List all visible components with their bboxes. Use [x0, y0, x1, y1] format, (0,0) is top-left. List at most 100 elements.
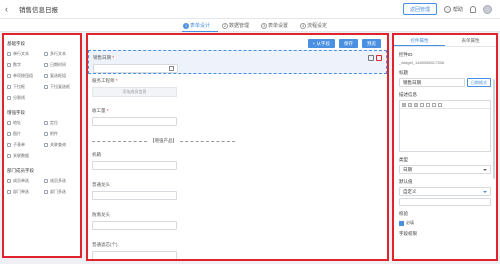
- field-icon: [44, 132, 48, 136]
- arrow-left-icon[interactable]: ‹: [5, 4, 15, 14]
- field-item-3[interactable]: 防溅龙头: [88, 208, 387, 238]
- component-item[interactable]: 地址: [7, 119, 40, 127]
- field-icon: [44, 63, 48, 67]
- component-item[interactable]: 图片: [7, 130, 40, 138]
- section-title-basic: 基础字段: [7, 41, 25, 46]
- image-icon[interactable]: [438, 102, 442, 107]
- tab-data-manage[interactable]: 2 数据管理: [222, 22, 249, 29]
- copy-icon[interactable]: [368, 55, 374, 61]
- tab-form-settings[interactable]: 3 表单设置: [261, 22, 288, 29]
- field-item-4[interactable]: 普通滤芯(个): [88, 238, 387, 259]
- tab-label: 数据管理: [229, 23, 250, 29]
- canvas-toolbar: + 从字段 保存 预览: [307, 39, 381, 48]
- tab-label: 表单设计: [190, 23, 211, 29]
- desc-editor[interactable]: B I U: [399, 100, 491, 152]
- tab-form-design[interactable]: 1 表单设计: [183, 22, 210, 29]
- italic-icon[interactable]: I: [408, 102, 412, 107]
- number-input[interactable]: [92, 161, 177, 170]
- field-cashier[interactable]: 收工量 *: [88, 104, 387, 134]
- field-icon: [44, 52, 48, 56]
- return-manage-button[interactable]: 返回管理: [402, 3, 437, 15]
- component-item[interactable]: 分割线: [7, 94, 40, 102]
- tab-flow-settings[interactable]: 4 流程设定: [300, 22, 327, 29]
- editor-toolbar: B I U: [400, 101, 490, 109]
- component-item[interactable]: 附件: [44, 130, 77, 138]
- delete-icon[interactable]: [376, 55, 382, 61]
- divider-label: 【增强产品】: [150, 138, 177, 143]
- field-icon: [44, 121, 48, 125]
- component-item[interactable]: 定位: [44, 119, 77, 127]
- component-item[interactable]: 多行文本: [44, 50, 77, 58]
- field-item-2[interactable]: 普通龙头: [88, 178, 387, 208]
- field-item-1[interactable]: 机箱: [88, 148, 387, 178]
- component-label: 下拉框: [13, 84, 25, 89]
- link-icon[interactable]: [432, 102, 436, 107]
- component-item[interactable]: 部门多选: [44, 188, 77, 196]
- help-link[interactable]: ? 帮助: [443, 5, 463, 13]
- add-field-button[interactable]: + 从字段: [307, 39, 335, 48]
- field-icon: [44, 179, 48, 183]
- checkbox[interactable]: [399, 220, 404, 226]
- chevron-down-icon: [483, 169, 487, 171]
- field-label: 普通滤芯(个): [92, 242, 118, 247]
- number-input[interactable]: [92, 251, 177, 259]
- bold-icon[interactable]: B: [402, 102, 406, 107]
- number-input[interactable]: [92, 221, 177, 230]
- component-item[interactable]: 下拉复选框: [44, 83, 77, 91]
- date-input[interactable]: [93, 64, 178, 73]
- tab-form-props[interactable]: 表单属性: [445, 35, 496, 46]
- component-item[interactable]: 成员多选: [44, 177, 77, 185]
- align-icon[interactable]: [420, 102, 424, 107]
- component-label: 成员多选: [50, 178, 66, 183]
- component-item[interactable]: 下拉框: [7, 83, 40, 91]
- component-label: 子表单: [13, 142, 25, 147]
- field-engineer[interactable]: 服务工程师 * 添加成员信息: [88, 74, 387, 104]
- type-label: 类型: [399, 157, 408, 162]
- date-format-button[interactable]: 日期格式: [467, 78, 491, 87]
- field-perm-label: 字段权限: [399, 231, 417, 236]
- field-icon: [44, 190, 48, 194]
- scrollbar[interactable]: [493, 79, 495, 179]
- component-item[interactable]: 子表单: [7, 141, 40, 149]
- title-label: 标题: [399, 70, 408, 75]
- tab-control-props[interactable]: 控件属性: [394, 35, 445, 46]
- save-button[interactable]: 保存: [339, 39, 358, 48]
- component-label: 多行文本: [50, 51, 66, 56]
- field-icon: [7, 74, 11, 78]
- component-item[interactable]: 单行文本: [7, 50, 40, 58]
- type-select[interactable]: 日期: [399, 165, 491, 174]
- field-label: 普通龙头: [92, 182, 110, 187]
- section-title-enhanced: 增强字段: [7, 110, 25, 115]
- field-icon: [7, 179, 11, 183]
- component-item[interactable]: 关联数据: [7, 152, 40, 160]
- field-sales-date[interactable]: 销售日期 *: [88, 50, 387, 74]
- component-label: 日期时间: [50, 62, 66, 67]
- default-value-input[interactable]: [399, 198, 491, 206]
- section-divider[interactable]: 【增强产品】: [88, 134, 387, 148]
- avatar[interactable]: [483, 4, 492, 14]
- bell-icon[interactable]: [470, 5, 476, 13]
- field-icon: [7, 143, 11, 147]
- component-item[interactable]: 关联查询: [44, 141, 77, 149]
- component-item[interactable]: 部门单选: [7, 188, 40, 196]
- preview-button[interactable]: 预览: [362, 39, 381, 48]
- component-item[interactable]: 数字: [7, 61, 40, 69]
- field-icon: [7, 190, 11, 194]
- component-item[interactable]: 单项按钮组: [7, 72, 40, 80]
- underline-icon[interactable]: U: [414, 102, 418, 107]
- component-item[interactable]: 复选框组: [44, 72, 77, 80]
- number-input[interactable]: [92, 117, 177, 126]
- default-select[interactable]: 自定义: [399, 187, 491, 196]
- list-icon[interactable]: [426, 102, 430, 107]
- component-item[interactable]: 日期时间: [44, 61, 77, 69]
- component-item[interactable]: 成员单选: [7, 177, 40, 185]
- add-member-button[interactable]: 添加成员信息: [92, 87, 177, 97]
- component-label: 分割线: [13, 95, 25, 100]
- required-checkbox[interactable]: 必填: [399, 220, 491, 226]
- field-icon: [44, 143, 48, 147]
- title-input[interactable]: 销售日期: [399, 78, 465, 87]
- dept-fields-grid: 成员单选 成员多选 部门单选 部门多选: [7, 177, 77, 196]
- calendar-icon: [169, 66, 174, 71]
- step-number: 1: [183, 22, 189, 29]
- number-input[interactable]: [92, 191, 177, 200]
